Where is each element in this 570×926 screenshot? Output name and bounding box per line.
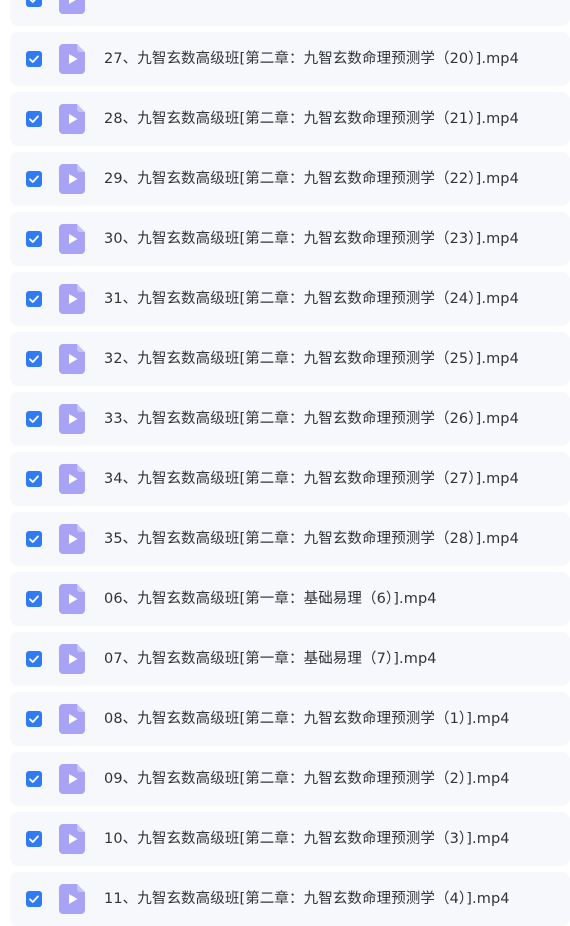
file-row[interactable]: 28、九智玄数高级班[第二章：九智玄数命理预测学（21）].mp4 <box>10 92 570 146</box>
file-row[interactable]: 29、九智玄数高级班[第二章：九智玄数命理预测学（22）].mp4 <box>10 152 570 206</box>
checkbox-checked-icon[interactable] <box>26 591 42 607</box>
file-name[interactable]: 33、九智玄数高级班[第二章：九智玄数命理预测学（26）].mp4 <box>104 392 519 446</box>
checkbox-checked-icon[interactable] <box>26 651 42 667</box>
file-name[interactable]: 08、九智玄数高级班[第二章：九智玄数命理预测学（1）].mp4 <box>104 692 510 746</box>
checkbox-checked-icon[interactable] <box>26 411 42 427</box>
video-file-play-icon <box>59 884 85 914</box>
video-file-play-icon <box>59 584 85 614</box>
video-file-play-icon <box>59 164 85 194</box>
file-row[interactable]: 09、九智玄数高级班[第二章：九智玄数命理预测学（2）].mp4 <box>10 752 570 806</box>
file-row[interactable]: 06、九智玄数高级班[第一章：基础易理（6）].mp4 <box>10 572 570 626</box>
video-file-play-icon <box>59 284 85 314</box>
file-row[interactable]: 30、九智玄数高级班[第二章：九智玄数命理预测学（23）].mp4 <box>10 212 570 266</box>
video-file-play-icon <box>59 224 85 254</box>
file-row[interactable]: 08、九智玄数高级班[第二章：九智玄数命理预测学（1）].mp4 <box>10 692 570 746</box>
file-name[interactable]: 11、九智玄数高级班[第二章：九智玄数命理预测学（4）].mp4 <box>104 872 510 926</box>
checkbox-checked-icon[interactable] <box>26 291 42 307</box>
checkbox-checked-icon[interactable] <box>26 51 42 67</box>
video-file-play-icon <box>59 644 85 674</box>
file-row[interactable]: 33、九智玄数高级班[第二章：九智玄数命理预测学（26）].mp4 <box>10 392 570 446</box>
file-name[interactable]: 27、九智玄数高级班[第二章：九智玄数命理预测学（20）].mp4 <box>104 32 519 86</box>
video-file-play-icon <box>59 104 85 134</box>
video-file-play-icon <box>59 824 85 854</box>
checkbox-checked-icon[interactable] <box>26 471 42 487</box>
video-file-play-icon <box>59 44 85 74</box>
checkbox-checked-icon[interactable] <box>26 231 42 247</box>
file-name[interactable]: 10、九智玄数高级班[第二章：九智玄数命理预测学（3）].mp4 <box>104 812 510 866</box>
file-name[interactable]: 07、九智玄数高级班[第一章：基础易理（7）].mp4 <box>104 632 437 686</box>
checkbox-checked-icon[interactable] <box>26 171 42 187</box>
file-name[interactable]: 09、九智玄数高级班[第二章：九智玄数命理预测学（2）].mp4 <box>104 752 510 806</box>
file-row[interactable] <box>10 0 570 26</box>
video-file-play-icon <box>59 0 85 14</box>
checkbox-checked-icon[interactable] <box>26 891 42 907</box>
checkbox-checked-icon[interactable] <box>26 351 42 367</box>
video-file-play-icon <box>59 344 85 374</box>
video-file-play-icon <box>59 464 85 494</box>
checkbox-checked-icon[interactable] <box>26 111 42 127</box>
file-name[interactable]: 28、九智玄数高级班[第二章：九智玄数命理预测学（21）].mp4 <box>104 92 519 146</box>
file-name[interactable]: 32、九智玄数高级班[第二章：九智玄数命理预测学（25）].mp4 <box>104 332 519 386</box>
file-name[interactable]: 29、九智玄数高级班[第二章：九智玄数命理预测学（22）].mp4 <box>104 152 519 206</box>
checkbox-checked-icon[interactable] <box>26 0 42 7</box>
video-file-play-icon <box>59 704 85 734</box>
file-row[interactable]: 10、九智玄数高级班[第二章：九智玄数命理预测学（3）].mp4 <box>10 812 570 866</box>
file-row[interactable]: 34、九智玄数高级班[第二章：九智玄数命理预测学（27）].mp4 <box>10 452 570 506</box>
checkbox-checked-icon[interactable] <box>26 771 42 787</box>
checkbox-checked-icon[interactable] <box>26 711 42 727</box>
file-row[interactable]: 27、九智玄数高级班[第二章：九智玄数命理预测学（20）].mp4 <box>10 32 570 86</box>
checkbox-checked-icon[interactable] <box>26 831 42 847</box>
file-row[interactable]: 11、九智玄数高级班[第二章：九智玄数命理预测学（4）].mp4 <box>10 872 570 926</box>
file-name[interactable]: 35、九智玄数高级班[第二章：九智玄数命理预测学（28）].mp4 <box>104 512 519 566</box>
file-row[interactable]: 07、九智玄数高级班[第一章：基础易理（7）].mp4 <box>10 632 570 686</box>
file-row[interactable]: 31、九智玄数高级班[第二章：九智玄数命理预测学（24）].mp4 <box>10 272 570 326</box>
checkbox-checked-icon[interactable] <box>26 531 42 547</box>
file-name[interactable]: 06、九智玄数高级班[第一章：基础易理（6）].mp4 <box>104 584 437 614</box>
file-name[interactable]: 31、九智玄数高级班[第二章：九智玄数命理预测学（24）].mp4 <box>104 272 519 326</box>
file-row[interactable]: 32、九智玄数高级班[第二章：九智玄数命理预测学（25）].mp4 <box>10 332 570 386</box>
video-file-play-icon <box>59 764 85 794</box>
file-name[interactable]: 30、九智玄数高级班[第二章：九智玄数命理预测学（23）].mp4 <box>104 212 519 266</box>
file-name[interactable]: 34、九智玄数高级班[第二章：九智玄数命理预测学（27）].mp4 <box>104 452 519 506</box>
video-file-play-icon <box>59 404 85 434</box>
file-row[interactable]: 35、九智玄数高级班[第二章：九智玄数命理预测学（28）].mp4 <box>10 512 570 566</box>
video-file-play-icon <box>59 524 85 554</box>
